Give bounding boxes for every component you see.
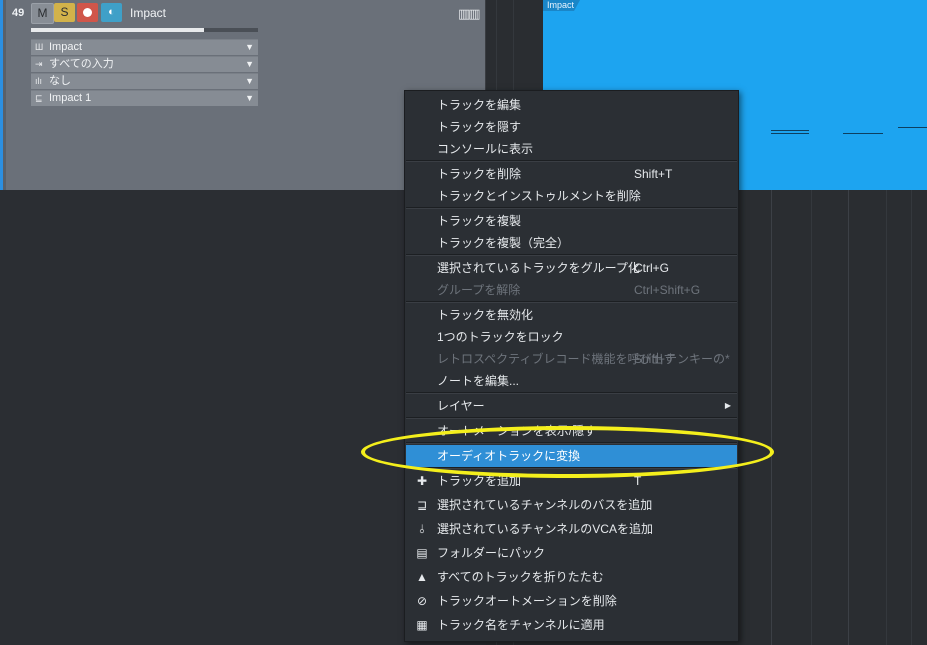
context-menu: トラックを編集 トラックを隠す コンソールに表示 トラックを削除 Shift+T トラック… (404, 90, 739, 642)
menu-item-shortcut: T (634, 474, 642, 488)
menu-item-7[interactable]: 選択されているトラックをグループ化 Ctrl+G (406, 257, 737, 279)
menu-item-label: トラック名をチャンネルに適用 (437, 618, 605, 632)
menu-item-label: 選択されているチャンネルのVCAを追加 (437, 522, 653, 536)
menu-item-label: 1つのトラックをロック (437, 330, 564, 344)
io-row-0[interactable]: Ш Impact ▼ (31, 39, 258, 55)
menu-item-12[interactable]: ノートを編集... (406, 370, 737, 392)
menu-item-18[interactable]: ⫰ 選択されているチャンネルのVCAを追加 (406, 518, 737, 540)
volume-fader[interactable] (31, 28, 258, 32)
menu-separator (406, 467, 737, 469)
menu-item-shortcut: Shift+T (634, 167, 673, 181)
input-icon: ⇥ (35, 59, 43, 69)
dropdown-arrow-icon: ▼ (245, 59, 254, 69)
menu-item-17[interactable]: ⊒ 選択されているチャンネルのバスを追加 (406, 494, 737, 516)
menu-item-6[interactable]: トラックを複製（完全） (406, 232, 737, 254)
dropdown-arrow-icon: ▼ (245, 93, 254, 103)
bus-icon: ⊒ (416, 498, 428, 512)
menu-item-label: コンソールに表示 (437, 142, 534, 156)
menu-item-16[interactable]: ✚ トラックを追加 T (406, 470, 737, 492)
menu-item-shortcut: Ctrl+Shift+G (634, 283, 701, 297)
menu-item-5[interactable]: トラックを複製 (406, 210, 737, 232)
menu-item-label: オートメーションを表示/隠す (437, 424, 597, 438)
io-row-label: すべての入力 (49, 58, 114, 70)
menu-item-22[interactable]: ▦ トラック名をチャンネルに適用 (406, 614, 737, 636)
menu-separator (406, 417, 737, 419)
menu-item-label: トラックを複製 (437, 214, 522, 228)
solo-button[interactable]: S (54, 3, 75, 22)
folder-pack-icon: ▤ (416, 546, 428, 560)
menu-separator (406, 392, 737, 394)
mute-button[interactable]: M (31, 3, 54, 24)
menu-item-label: ノートを編集... (437, 374, 520, 388)
apply-name-icon: ▦ (416, 618, 428, 632)
volume-fill (31, 28, 204, 32)
io-row-2[interactable]: ılı なし ▼ (31, 73, 258, 89)
io-row-3[interactable]: ⊑ Impact 1 ▼ (31, 90, 258, 106)
menu-item-label: 選択されているチャンネルのバスを追加 (437, 498, 653, 512)
menu-item-4[interactable]: トラックとインストゥルメントを削除 (406, 185, 737, 207)
record-icon (83, 8, 92, 17)
menu-item-20[interactable]: ▲ すべてのトラックを折りたたむ (406, 566, 737, 588)
monitor-button[interactable]: ◐ (101, 3, 122, 22)
menu-item-label: トラックオートメーションを削除 (437, 594, 617, 608)
remove-automation-icon: ⊘ (416, 594, 428, 608)
output-icon: ⊑ (35, 93, 43, 103)
io-row-label: Impact (49, 41, 83, 53)
menu-item-2[interactable]: コンソールに表示 (406, 138, 737, 160)
menu-item-3[interactable]: トラックを削除 Shift+T (406, 163, 737, 185)
menu-separator (406, 301, 737, 303)
menu-separator (406, 254, 737, 256)
menu-item-label: 選択されているトラックをグループ化 (437, 261, 640, 275)
menu-separator (406, 160, 737, 162)
io-row-label: Impact 1 (49, 92, 92, 104)
io-row-1[interactable]: ⇥ すべての入力 ▼ (31, 56, 258, 72)
dropdown-arrow-icon: ▼ (245, 76, 254, 86)
collapse-icon: ▲ (416, 570, 428, 584)
menu-item-label: トラックを隠す (437, 120, 522, 134)
vca-icon: ⫰ (419, 522, 425, 536)
menu-item-9[interactable]: トラックを無効化 (406, 304, 737, 326)
track-name[interactable]: Impact (130, 6, 166, 20)
menu-item-label: すべてのトラックを折りたたむ (437, 570, 604, 584)
menu-separator (406, 442, 737, 444)
menu-item-label: オーディオトラックに変換 (437, 449, 581, 463)
menu-item-1[interactable]: トラックを隠す (406, 116, 737, 138)
record-button[interactable] (77, 3, 98, 22)
menu-item-shortcut: Ctrl+G (634, 261, 670, 275)
menu-item-label: トラックを無効化 (437, 308, 534, 322)
menu-item-0[interactable]: トラックを編集 (406, 94, 737, 116)
track-number: 49 (12, 7, 25, 19)
menu-item-19[interactable]: ▤ フォルダーにパック (406, 542, 737, 564)
menu-item-13[interactable]: レイヤー ▶ (406, 395, 737, 417)
menu-item-label: トラックとインストゥルメントを削除 (437, 189, 641, 203)
menu-item-label: グループを解除 (437, 283, 521, 297)
menu-item-8: グループを解除 Ctrl+Shift+G (406, 279, 737, 301)
track-color-strip (0, 0, 3, 190)
menu-item-label: トラックを追加 (437, 474, 522, 488)
menu-item-14[interactable]: オートメーションを表示/隠す (406, 420, 737, 442)
menu-item-label: トラックを削除 (437, 167, 522, 181)
menu-item-10[interactable]: 1つのトラックをロック (406, 326, 737, 348)
menu-item-label: トラックを編集 (437, 98, 522, 112)
clip-label: Impact (543, 0, 580, 11)
dropdown-arrow-icon: ▼ (245, 42, 254, 52)
plus-icon: ✚ (416, 474, 428, 488)
io-row-label: なし (49, 75, 71, 87)
menu-item-shortcut: Shift+テンキーの* (634, 352, 730, 366)
menu-item-11: レトロスペクティブレコード機能を呼び出す Shift+テンキーの* (406, 348, 737, 370)
instrument-icon: Ш (35, 42, 44, 52)
menu-item-15[interactable]: オーディオトラックに変換 (406, 445, 737, 467)
submenu-arrow-icon: ▶ (724, 401, 731, 410)
menu-separator (406, 207, 737, 209)
keyboard-icon[interactable]: ▥▥ (458, 6, 481, 22)
level-icon: ılı (35, 76, 43, 86)
menu-item-label: フォルダーにパック (437, 546, 546, 560)
menu-item-label: トラックを複製（完全） (437, 236, 570, 250)
menu-item-label: レイヤー (437, 399, 485, 413)
menu-item-21[interactable]: ⊘ トラックオートメーションを削除 (406, 590, 737, 612)
